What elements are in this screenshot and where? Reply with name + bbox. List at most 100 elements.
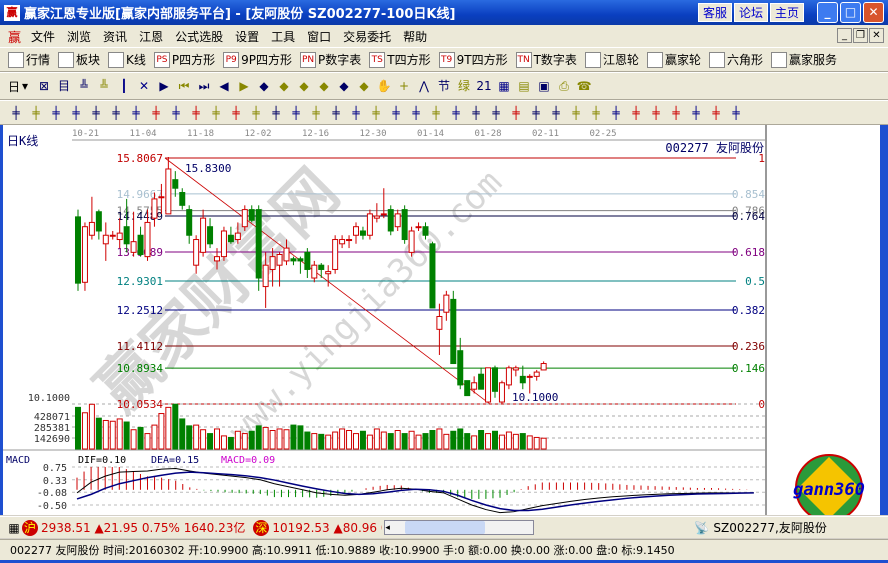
diamond-right-icon[interactable]: ◆: [276, 78, 292, 94]
diamond-h-icon[interactable]: ◆: [296, 78, 312, 94]
hand-icon[interactable]: ✋: [376, 78, 392, 94]
triangle-tool-icon[interactable]: ╪: [208, 105, 224, 121]
pen2-tool-icon[interactable]: ╪: [568, 105, 584, 121]
customer-service-button[interactable]: 客服: [697, 3, 732, 22]
toolbar-hexagon-button[interactable]: 六角形: [708, 51, 763, 68]
zoom-icon[interactable]: ⊠: [36, 78, 52, 94]
toolbar-gann-wheel-button[interactable]: 江恩轮: [584, 51, 639, 68]
toolbar-P-number-table-button[interactable]: PN P数字表: [300, 51, 361, 68]
mdi-restore-icon[interactable]: ❐: [853, 28, 868, 43]
toolbar-sector-button[interactable]: 板块: [58, 51, 100, 68]
toolbar-9P-square-button[interactable]: P9 9P四方形: [223, 51, 292, 68]
index-scrollbar[interactable]: ◂: [384, 520, 535, 535]
menu-window[interactable]: 窗口: [301, 28, 337, 45]
diamond-star-icon[interactable]: ◆: [336, 78, 352, 94]
gold2-tool-icon[interactable]: ╪: [68, 105, 84, 121]
toolbar-T-square-button[interactable]: TS T四方形: [369, 51, 431, 68]
menu-trade[interactable]: 交易委托: [337, 28, 397, 45]
toolbar-quote-table-button[interactable]: 行情: [8, 51, 50, 68]
fan-lines-tool-icon[interactable]: ╪: [288, 105, 304, 121]
gold1-tool-icon[interactable]: ╪: [48, 105, 64, 121]
green-icon[interactable]: 绿: [456, 78, 472, 94]
fan-tool-icon[interactable]: ╪: [88, 105, 104, 121]
crosshair-icon[interactable]: +: [396, 78, 412, 94]
pen-tool-icon[interactable]: ╪: [8, 105, 24, 121]
circle-tool-icon[interactable]: ╪: [148, 105, 164, 121]
pyramid-tool-icon[interactable]: ╪: [328, 105, 344, 121]
target-tool-icon[interactable]: ╪: [228, 105, 244, 121]
calculator-icon[interactable]: ▦: [6, 520, 22, 536]
eq-tool-icon[interactable]: ╪: [508, 105, 524, 121]
menu-gann[interactable]: 江恩: [133, 28, 169, 45]
percent-tool-icon[interactable]: ╪: [488, 105, 504, 121]
grid-tool-icon[interactable]: ╪: [28, 105, 44, 121]
diamond-x-icon[interactable]: ◆: [316, 78, 332, 94]
notes-icon[interactable]: ▤: [516, 78, 532, 94]
toolbar-T-number-table-button[interactable]: TN T数字表: [515, 51, 577, 68]
toolbar-winner-wheel-button[interactable]: 赢家轮: [646, 51, 701, 68]
first-icon[interactable]: ⏮: [176, 78, 192, 94]
menu-settings[interactable]: 设置: [229, 28, 265, 45]
ruler-tool-icon[interactable]: ╪: [448, 105, 464, 121]
grid3-tool-icon[interactable]: ╪: [388, 105, 404, 121]
diagonal-tool-icon[interactable]: ╪: [428, 105, 444, 121]
save-icon[interactable]: ▣: [536, 78, 552, 94]
box-tool-icon[interactable]: ╪: [268, 105, 284, 121]
brush-tool-icon[interactable]: ╪: [128, 105, 144, 121]
menu-tools[interactable]: 工具: [265, 28, 301, 45]
f-line-tool-icon[interactable]: ╪: [648, 105, 664, 121]
kline-chart[interactable]: 日K线 002277 友阿股份 10-21 11-04 11-18 12-02 12-16 1…: [3, 125, 880, 522]
chart-type-icon[interactable]: ✕: [136, 78, 152, 94]
flag-icon[interactable]: ▶: [156, 78, 172, 94]
list-icon[interactable]: 目: [56, 78, 72, 94]
right-icon[interactable]: ▶: [236, 78, 252, 94]
menu-news[interactable]: 资讯: [97, 28, 133, 45]
mdi-minimize-icon[interactable]: _: [837, 28, 852, 43]
print-icon[interactable]: ⎙: [556, 78, 572, 94]
menu-help[interactable]: 帮助: [397, 28, 433, 45]
last-icon[interactable]: ⏭: [196, 78, 212, 94]
phone-icon[interactable]: ☎: [576, 78, 592, 94]
toolbar-P-square-button[interactable]: PS P四方形: [153, 51, 215, 68]
maximize-icon[interactable]: □: [840, 2, 861, 23]
grid4-tool-icon[interactable]: ╪: [408, 105, 424, 121]
period-select[interactable]: 日 ▾: [8, 78, 28, 95]
n2-tool-icon[interactable]: ╪: [188, 105, 204, 121]
gold-eq-tool-icon[interactable]: ╪: [548, 105, 564, 121]
minimize-icon[interactable]: _: [817, 2, 838, 23]
diamond-v-icon[interactable]: ◆: [356, 78, 372, 94]
j-line-tool-icon[interactable]: ╪: [628, 105, 644, 121]
gold-circle-tool-icon[interactable]: ╪: [528, 105, 544, 121]
toolbar-dollar-button[interactable]: 赢家服务: [770, 51, 837, 68]
mdi-close-icon[interactable]: ✕: [869, 28, 884, 43]
menu-file[interactable]: 文件: [25, 28, 61, 45]
calculator-icon[interactable]: ▦: [496, 78, 512, 94]
percent-red-tool-icon[interactable]: ╪: [468, 105, 484, 121]
grid2-tool-icon[interactable]: ╪: [168, 105, 184, 121]
toolbar-kline-button[interactable]: K线: [108, 51, 146, 68]
angle-tool-icon[interactable]: ╪: [348, 105, 364, 121]
gold-angle-tool-icon[interactable]: ╪: [668, 105, 684, 121]
menu-browse[interactable]: 浏览: [61, 28, 97, 45]
bars2-icon[interactable]: ╩: [96, 78, 112, 94]
toolbar-9T-square-button[interactable]: T9 9T四方形: [438, 51, 508, 68]
homepage-button[interactable]: 主页: [769, 3, 804, 22]
left-icon[interactable]: ◀: [216, 78, 232, 94]
close-icon[interactable]: ✕: [863, 2, 884, 23]
forum-button[interactable]: 论坛: [733, 3, 768, 22]
speed-tool-icon[interactable]: ╪: [688, 105, 704, 121]
more-tool-icon[interactable]: ╪: [248, 105, 264, 121]
ratio-tool-icon[interactable]: ╪: [728, 105, 744, 121]
golden-tool-icon[interactable]: ╪: [708, 105, 724, 121]
menu-formula[interactable]: 公式选股: [169, 28, 229, 45]
line-icon[interactable]: ⋀: [416, 78, 432, 94]
diamond-left-icon[interactable]: ◆: [256, 78, 272, 94]
red-line-tool-icon[interactable]: ╪: [588, 105, 604, 121]
node-icon[interactable]: 节: [436, 78, 452, 94]
bars-icon[interactable]: ╩: [76, 78, 92, 94]
arc-tool-icon[interactable]: ╪: [108, 105, 124, 121]
wave-tool-icon[interactable]: ╪: [368, 105, 384, 121]
calendar-icon[interactable]: 21: [476, 78, 492, 94]
gold-line-tool-icon[interactable]: ╪: [608, 105, 624, 121]
cube-tool-icon[interactable]: ╪: [308, 105, 324, 121]
